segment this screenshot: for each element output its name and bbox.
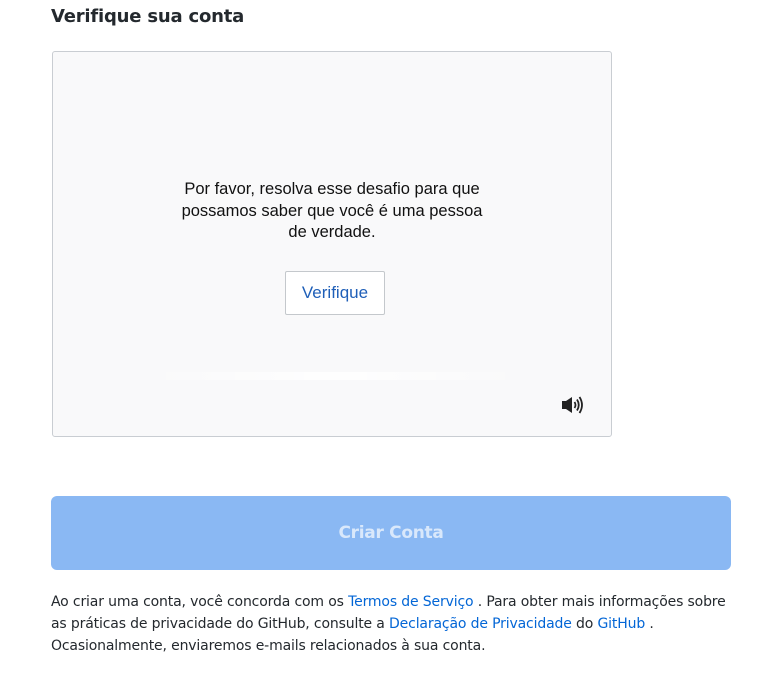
verify-button[interactable]: Verifique xyxy=(285,271,385,315)
legal-text: do xyxy=(571,616,598,632)
speaker-icon[interactable] xyxy=(560,394,586,416)
captcha-message-line: possamos saber que você é uma pessoa xyxy=(181,201,483,220)
speaker-icon-graphic xyxy=(562,396,583,414)
legal-notice: Ao criar uma conta, você concorda com os… xyxy=(51,591,741,657)
terms-of-service-link[interactable]: Termos de Serviço xyxy=(348,594,473,610)
captcha-placeholder-bar xyxy=(148,372,523,380)
github-link[interactable]: GitHub xyxy=(597,616,645,632)
captcha-message-line: Por favor, resolva esse desafio para que xyxy=(184,180,480,198)
captcha-challenge-frame: Por favor, resolva esse desafio para que… xyxy=(52,51,612,437)
privacy-statement-link[interactable]: Declaração de Privacidade xyxy=(389,616,572,632)
captcha-message: Por favor, resolva esse desafio para que… xyxy=(53,179,611,244)
legal-text: Ao criar uma conta, você concorda com os xyxy=(51,594,349,610)
captcha-message-line: de verdade. xyxy=(288,223,376,241)
page-title: Verifique sua conta xyxy=(51,6,245,27)
create-account-button[interactable]: Criar Conta xyxy=(51,496,731,570)
